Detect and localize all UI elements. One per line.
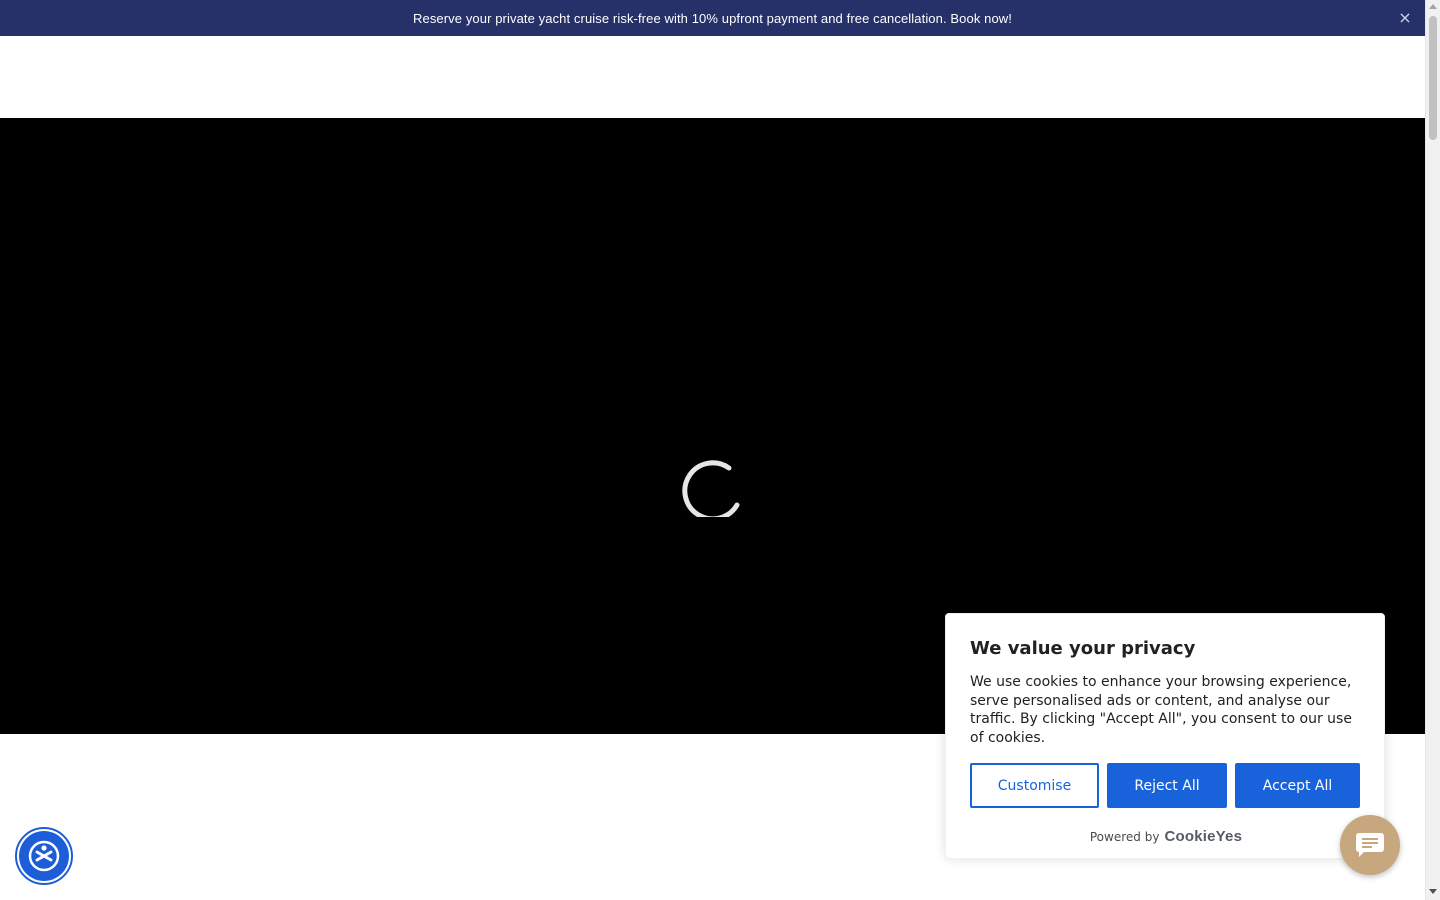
chat-button[interactable] [1340,815,1400,875]
promo-banner: Reserve your private yacht cruise risk-f… [0,0,1425,36]
page: Reserve your private yacht cruise risk-f… [0,0,1440,900]
promo-text[interactable]: Reserve your private yacht cruise risk-f… [413,11,1012,26]
accessibility-icon [28,840,60,872]
cookie-description: We use cookies to enhance your browsing … [970,674,1352,746]
accept-all-button[interactable]: Accept All [1235,763,1360,808]
page-scrollbar[interactable] [1425,0,1440,900]
cookie-title: We value your privacy [970,638,1196,659]
promo-close-button[interactable]: × [1395,8,1415,28]
scroll-down-arrow-icon[interactable] [1429,889,1437,894]
site-header [0,36,1425,118]
scroll-up-arrow-icon[interactable] [1429,4,1437,9]
loading-spinner-icon [682,460,740,517]
customise-button[interactable]: Customise [970,763,1099,808]
accessibility-button[interactable] [15,827,73,885]
scroll-thumb[interactable] [1429,16,1437,140]
cookie-consent-banner: We value your privacy We use cookies to … [945,613,1385,859]
powered-by: Powered by CookieYes [946,828,1386,845]
chat-bubble-icon [1356,833,1384,857]
cookie-buttons: Customise Reject All Accept All [970,763,1362,809]
cookieyes-logo[interactable]: CookieYes [1164,828,1242,845]
reject-all-button[interactable]: Reject All [1107,763,1227,808]
accessibility-icon-bg [19,831,69,881]
powered-by-text: Powered by [1089,829,1160,844]
